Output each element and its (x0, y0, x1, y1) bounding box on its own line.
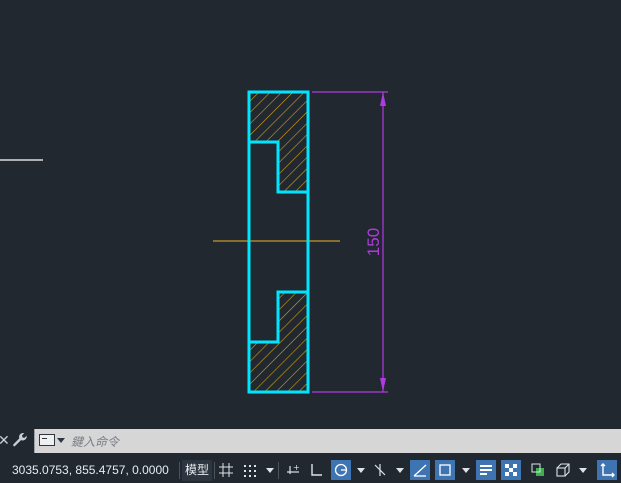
svg-text:+: + (293, 463, 300, 472)
ortho-icon[interactable] (306, 460, 326, 480)
command-prompt-icon[interactable] (39, 434, 55, 446)
transparency-icon[interactable] (501, 460, 521, 480)
wrench-icon[interactable] (12, 432, 28, 452)
lineweight-icon[interactable] (476, 460, 496, 480)
command-input-container (34, 429, 621, 453)
command-line-tools: ✕ (0, 428, 34, 454)
selection-cycling-icon[interactable] (528, 460, 548, 480)
infer-icon[interactable]: + (283, 460, 303, 480)
dimension-text: 150 (364, 228, 383, 256)
chevron-down-icon[interactable] (396, 468, 404, 473)
snap-icon[interactable] (240, 460, 260, 480)
command-input[interactable] (69, 431, 613, 453)
chevron-down-icon[interactable] (266, 468, 274, 473)
close-icon[interactable]: ✕ (0, 432, 10, 450)
chevron-down-icon[interactable] (57, 438, 65, 443)
object-snap-icon[interactable] (435, 460, 455, 480)
ucs-icon[interactable] (597, 460, 617, 480)
chevron-down-icon[interactable] (357, 468, 365, 473)
cad-drawing[interactable]: 150 (0, 0, 621, 428)
chevron-down-icon[interactable] (579, 468, 587, 473)
status-bar: 3035.0753, 855.4757, 0.0000 模型 + (0, 458, 621, 483)
3d-osnap-icon[interactable] (553, 460, 573, 480)
model-space-button[interactable]: 模型 (182, 460, 212, 481)
divider (214, 462, 215, 479)
arrow-bottom (380, 378, 386, 392)
grid-icon[interactable] (216, 460, 236, 480)
drawing-canvas[interactable]: 150 (0, 0, 621, 428)
divider (179, 462, 180, 479)
dimension-150[interactable]: 150 (312, 91, 388, 393)
chevron-down-icon[interactable] (462, 468, 470, 473)
isodraft-icon[interactable] (370, 460, 390, 480)
polar-icon[interactable] (331, 460, 351, 480)
command-line: ✕ (0, 428, 621, 454)
object-track-icon[interactable] (410, 460, 430, 480)
divider (278, 462, 279, 479)
arrow-top (380, 92, 386, 106)
coordinate-readout: 3035.0753, 855.4757, 0.0000 (12, 463, 169, 477)
